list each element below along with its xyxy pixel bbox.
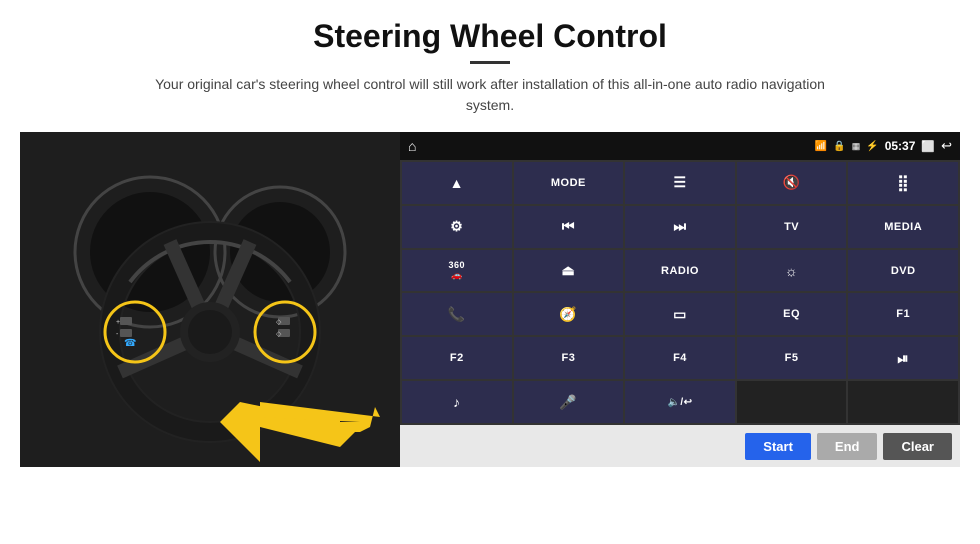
tv-btn[interactable]: TV [737,206,847,248]
end-button[interactable]: End [817,433,878,460]
media-btn[interactable]: MEDIA [848,206,958,248]
menu-btn[interactable]: ☰ [625,162,735,204]
page-title: Steering Wheel Control [313,18,667,55]
screen-btn[interactable]: ▭ [625,293,735,335]
empty1-btn [737,381,847,423]
steering-image: 140 5 [20,132,400,467]
button-grid: ▲ MODE ☰ 🔇 ⣿ ⚙ ⏮ ⏭ TV MEDIA 360🚗 ⏏ RADIO… [400,160,960,425]
svg-text:+: + [116,319,120,326]
status-left: ⌂ [408,138,416,154]
next-btn[interactable]: ⏭ [625,206,735,248]
home-icon[interactable]: ⌂ [408,138,416,154]
time-display: 05:37 [885,139,916,153]
f2-btn[interactable]: F2 [402,337,512,379]
prev-btn[interactable]: ⏮ [514,206,624,248]
page-wrapper: Steering Wheel Control Your original car… [0,0,980,544]
f3-btn[interactable]: F3 [514,337,624,379]
camera360-btn[interactable]: 360🚗 [402,250,512,292]
svg-text:◇: ◇ [276,319,282,326]
eq-btn[interactable]: EQ [737,293,847,335]
wifi-icon: 📶 [815,141,827,152]
svg-text:◇: ◇ [276,331,282,338]
eject-btn[interactable]: ⏏ [514,250,624,292]
page-subtitle: Your original car's steering wheel contr… [140,74,840,116]
control-panel: ⌂ 📶 🔒 ▦ ⚡ 05:37 ⬜ ↩ ▲ MODE ☰ 🔇 [400,132,960,467]
back-icon[interactable]: ↩ [941,138,952,154]
f1-btn[interactable]: F1 [848,293,958,335]
sd-icon: ▦ [852,141,861,152]
settings-btn[interactable]: ⚙ [402,206,512,248]
start-button[interactable]: Start [745,433,811,460]
status-right: 📶 🔒 ▦ ⚡ 05:37 ⬜ ↩ [815,138,952,154]
volume-back-btn[interactable]: 🔈/↩ [625,381,735,423]
radio-btn[interactable]: RADIO [625,250,735,292]
f5-btn[interactable]: F5 [737,337,847,379]
bt-icon: ⚡ [866,141,878,152]
lock-icon: 🔒 [833,141,845,152]
apps-btn[interactable]: ⣿ [848,162,958,204]
music-btn[interactable]: ♪ [402,381,512,423]
mic-btn[interactable]: 🎤 [514,381,624,423]
mode-btn[interactable]: MODE [514,162,624,204]
clear-button[interactable]: Clear [883,433,952,460]
dvd-btn[interactable]: DVD [848,250,958,292]
bottom-bar: Start End Clear [400,425,960,467]
window-icon[interactable]: ⬜ [921,140,935,153]
nav-btn[interactable]: 🧭 [514,293,624,335]
brightness-btn[interactable]: ☼ [737,250,847,292]
navigate-btn[interactable]: ▲ [402,162,512,204]
mute-btn[interactable]: 🔇 [737,162,847,204]
content-row: 140 5 [20,132,960,467]
play-pause-btn[interactable]: ⏯ [848,337,958,379]
call-btn[interactable]: 📞 [402,293,512,335]
empty2-btn [848,381,958,423]
title-divider [470,61,510,64]
status-bar: ⌂ 📶 🔒 ▦ ⚡ 05:37 ⬜ ↩ [400,132,960,160]
svg-text:☎: ☎ [124,338,136,349]
f4-btn[interactable]: F4 [625,337,735,379]
